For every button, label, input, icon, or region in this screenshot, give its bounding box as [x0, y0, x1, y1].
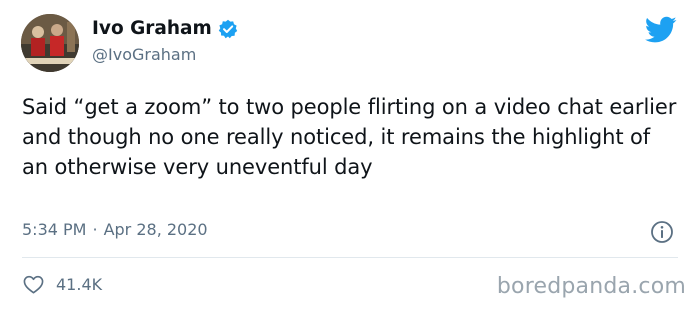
- meta-separator: ·: [92, 220, 98, 239]
- tweet-time: 5:34 PM: [22, 220, 87, 239]
- verified-badge-icon: [218, 19, 238, 39]
- like-action[interactable]: 41.4K: [23, 275, 102, 294]
- watermark: boredpanda.com: [496, 274, 686, 299]
- author-row: Ivo Graham: [92, 18, 238, 39]
- info-icon[interactable]: [650, 220, 674, 244]
- divider: [22, 257, 678, 258]
- tweet-date: Apr 28, 2020: [103, 220, 208, 239]
- author-name[interactable]: Ivo Graham: [92, 18, 212, 39]
- tweet-text: Said “get a zoom” to two people flirting…: [22, 95, 677, 179]
- heart-icon[interactable]: [23, 275, 44, 294]
- likes-count: 41.4K: [56, 275, 103, 294]
- avatar[interactable]: [21, 14, 79, 72]
- tweet-card: Ivo Graham @IvoGraham Said “get a zoom” …: [0, 0, 700, 311]
- author-handle[interactable]: @IvoGraham: [92, 45, 196, 64]
- tweet-timestamp[interactable]: 5:34 PM · Apr 28, 2020: [22, 220, 208, 239]
- twitter-bird-icon[interactable]: [644, 16, 677, 44]
